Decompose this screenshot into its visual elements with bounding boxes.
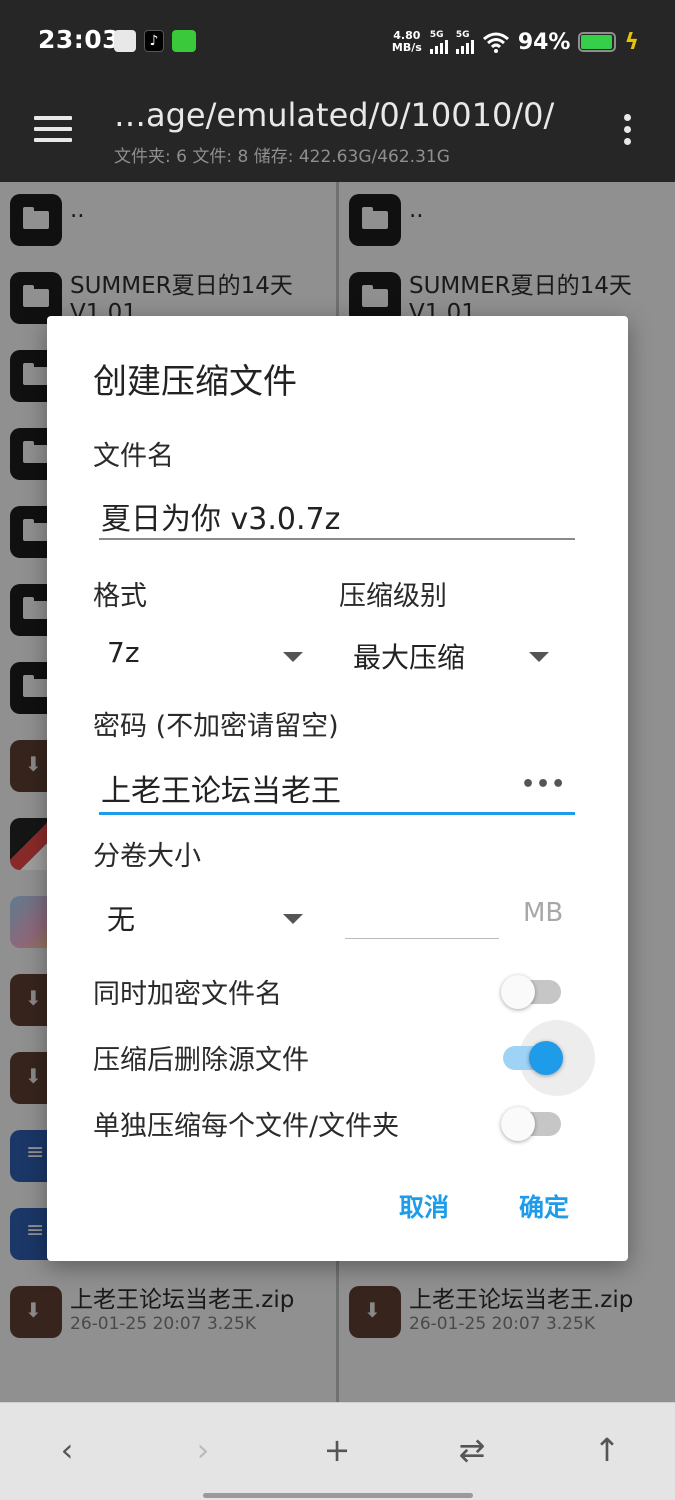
toggle-label: 单独压缩每个文件/文件夹 — [93, 1111, 400, 1142]
toggle-switch[interactable] — [501, 1020, 595, 1096]
filename-label: 文件名 — [93, 441, 174, 472]
signal-icon: 5G — [455, 30, 474, 54]
password-visibility-icon[interactable]: ••• — [521, 772, 566, 797]
compression-level-value: 最大压缩 — [353, 641, 466, 674]
status-bar: 23:03 ♪ 4.80 MB/s 5G 5G 94% ϟ — [0, 0, 675, 84]
toggle-row[interactable]: 压缩后删除源文件 — [93, 1020, 595, 1096]
charging-icon: ϟ — [624, 29, 639, 55]
battery-percent: 94% — [517, 29, 571, 55]
toggle-row[interactable]: 单独压缩每个文件/文件夹 — [93, 1100, 573, 1148]
password-label: 密码 (不加密请留空) — [93, 711, 339, 742]
clock: 23:03 — [38, 25, 121, 54]
status-icons: 4.80 MB/s 5G 5G 94% ϟ — [392, 22, 639, 62]
split-size-dropdown[interactable]: 无 — [93, 896, 313, 940]
chevron-down-icon — [529, 652, 549, 662]
home-indicator[interactable] — [203, 1493, 473, 1498]
back-button[interactable]: ‹ — [42, 1431, 92, 1469]
toggle-row[interactable]: 同时加密文件名 — [93, 968, 573, 1016]
forward-button[interactable]: › — [178, 1431, 228, 1469]
storage-stats: 文件夹: 6 文件: 8 储存: 422.63G/462.31G — [114, 147, 450, 167]
chevron-down-icon — [283, 652, 303, 662]
cancel-button[interactable]: 取消 — [399, 1188, 449, 1224]
add-button[interactable]: + — [312, 1431, 362, 1469]
net-speed: 4.80 MB/s — [391, 29, 422, 54]
toggle-label: 压缩后删除源文件 — [93, 1045, 309, 1076]
parent-folder-button[interactable]: ↑ — [582, 1431, 632, 1469]
split-size-input[interactable] — [345, 938, 499, 939]
toggle-label: 同时加密文件名 — [93, 979, 282, 1010]
format-dropdown[interactable]: 7z — [93, 634, 313, 678]
swap-panes-button[interactable]: ⇄ — [447, 1431, 497, 1469]
format-value: 7z — [107, 636, 140, 669]
confirm-button[interactable]: 确定 — [519, 1188, 569, 1224]
split-size-unit: MB — [523, 898, 564, 928]
password-input[interactable]: 上老王论坛当老王 — [101, 766, 341, 810]
format-label: 格式 — [93, 581, 147, 612]
toggle-switch[interactable] — [501, 1100, 563, 1148]
dialog-title: 创建压缩文件 — [93, 362, 297, 402]
more-options-icon[interactable] — [624, 114, 634, 150]
tiktok-icon: ♪ — [144, 30, 164, 52]
password-underline — [99, 812, 575, 815]
toggle-switch[interactable] — [501, 968, 563, 1016]
app-bar: …age/emulated/0/10010/0/ 文件夹: 6 文件: 8 储存… — [0, 84, 675, 182]
menu-icon[interactable] — [34, 116, 72, 146]
split-size-value: 无 — [107, 903, 136, 936]
xbox-icon — [172, 30, 196, 52]
compression-level-dropdown[interactable]: 最大压缩 — [339, 634, 559, 678]
compression-level-label: 压缩级别 — [339, 581, 447, 612]
create-archive-dialog: 创建压缩文件 文件名 夏日为你 v3.0.7z 格式 压缩级别 7z 最大压缩 … — [47, 316, 628, 1261]
signal-icon: 5G — [429, 30, 448, 54]
split-size-label: 分卷大小 — [93, 841, 201, 872]
notification-app-icon — [114, 30, 136, 52]
filename-underline — [99, 538, 575, 540]
current-path[interactable]: …age/emulated/0/10010/0/ — [114, 96, 554, 134]
bottom-toolbar: ‹ › + ⇄ ↑ — [0, 1402, 675, 1500]
battery-icon — [578, 32, 617, 52]
filename-input[interactable]: 夏日为你 v3.0.7z — [101, 494, 340, 538]
chevron-down-icon — [283, 914, 303, 924]
wifi-icon — [482, 32, 509, 53]
